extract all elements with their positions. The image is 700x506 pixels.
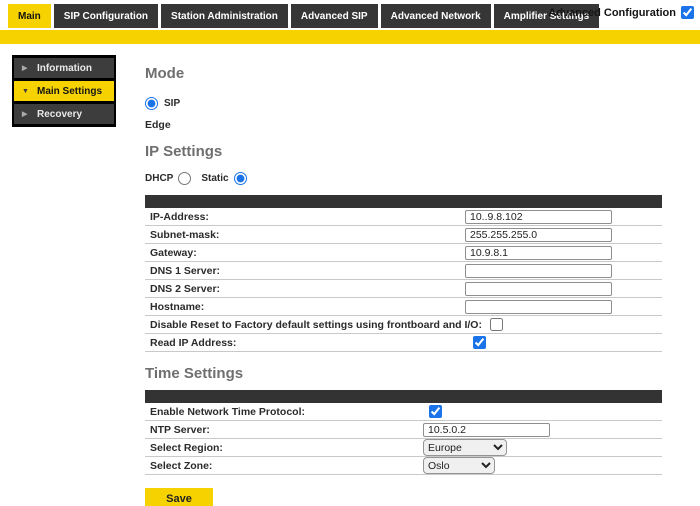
table-row: DNS 2 Server: <box>145 280 662 298</box>
table-row: Read IP Address: <box>145 334 662 352</box>
gateway-input[interactable] <box>465 246 612 260</box>
tab-advanced-network[interactable]: Advanced Network <box>381 4 491 28</box>
enable-ntp-control <box>423 405 442 418</box>
ip-settings-table: IP-Address: Subnet-mask: Gateway: DNS 1 Ser… <box>145 208 662 352</box>
ip-address-label: IP-Address: <box>145 211 465 223</box>
hostname-input[interactable] <box>465 300 612 314</box>
advanced-configuration-label: Advanced Configuration <box>548 7 676 19</box>
tab-main[interactable]: Main <box>8 4 51 28</box>
sip-mode-label: SIP <box>164 98 180 109</box>
subnet-mask-label: Subnet-mask: <box>145 229 465 241</box>
sidebar-item-label: Main Settings <box>37 86 102 97</box>
top-tab-bar: MainSIP ConfigurationStation Administrat… <box>0 0 700 28</box>
select-region-select[interactable]: Europe <box>423 439 507 456</box>
sidebar: ▶ Information ▼ Main Settings ▶ Recovery <box>12 55 116 127</box>
table-row: Enable Network Time Protocol: <box>145 403 662 421</box>
disable-factory-reset-checkbox[interactable] <box>490 318 503 331</box>
sidebar-item-label: Information <box>37 63 92 74</box>
select-zone-label: Select Zone: <box>145 460 423 472</box>
mode-heading: Mode <box>145 66 662 82</box>
dns1-server-control <box>465 264 612 278</box>
time-settings-heading: Time Settings <box>145 366 662 382</box>
dns2-server-label: DNS 2 Server: <box>145 283 465 295</box>
select-zone-control: Oslo <box>423 457 495 474</box>
sidebar-item-label: Recovery <box>37 109 82 120</box>
tab-advanced-sip[interactable]: Advanced SIP <box>291 4 378 28</box>
subnet-mask-control <box>465 228 612 242</box>
sidebar-item-main-settings[interactable]: ▼ Main Settings <box>14 81 114 101</box>
table-row: Subnet-mask: <box>145 226 662 244</box>
table-row: Select Zone:Oslo <box>145 457 662 475</box>
dns1-server-input[interactable] <box>465 264 612 278</box>
table-row: Gateway: <box>145 244 662 262</box>
table-row: NTP Server: <box>145 421 662 439</box>
mode-subtext: Edge <box>145 119 662 131</box>
accent-strip <box>0 30 700 44</box>
ip-settings-heading: IP Settings <box>145 144 662 160</box>
advanced-configuration-checkbox[interactable] <box>681 6 694 19</box>
disable-factory-reset-label: Disable Reset to Factory default setting… <box>145 319 482 331</box>
ntp-server-control <box>423 423 550 437</box>
disable-factory-reset-control <box>482 318 503 331</box>
table-row: Select Region:Europe <box>145 439 662 457</box>
select-region-control: Europe <box>423 439 507 456</box>
ntp-server-label: NTP Server: <box>145 424 423 436</box>
time-settings-table: Enable Network Time Protocol: NTP Server:… <box>145 403 662 475</box>
ip-table-header-bar <box>145 195 662 208</box>
chevron-down-icon: ▼ <box>22 88 29 95</box>
dns2-server-control <box>465 282 612 296</box>
chevron-right-icon: ▶ <box>22 64 29 72</box>
table-row: Hostname: <box>145 298 662 316</box>
dhcp-label: DHCP <box>145 173 173 184</box>
dhcp-radio[interactable] <box>178 172 191 185</box>
gateway-control <box>465 246 612 260</box>
static-radio[interactable] <box>234 172 247 185</box>
time-table-header-bar <box>145 390 662 403</box>
ip-address-input[interactable] <box>465 210 612 224</box>
hostname-control <box>465 300 612 314</box>
enable-ntp-checkbox[interactable] <box>429 405 442 418</box>
tab-station-administration[interactable]: Station Administration <box>161 4 288 28</box>
chevron-right-icon: ▶ <box>22 110 29 118</box>
main-content: Mode SIP Edge IP Settings DHCP Static IP… <box>145 44 662 506</box>
dns2-server-input[interactable] <box>465 282 612 296</box>
select-zone-select[interactable]: Oslo <box>423 457 495 474</box>
table-row: IP-Address: <box>145 208 662 226</box>
gateway-label: Gateway: <box>145 247 465 259</box>
dns1-server-label: DNS 1 Server: <box>145 265 465 277</box>
sidebar-item-recovery[interactable]: ▶ Recovery <box>14 104 114 124</box>
sidebar-item-information[interactable]: ▶ Information <box>14 58 114 78</box>
static-label: Static <box>201 173 228 184</box>
dhcp-static-row: DHCP Static <box>145 171 662 185</box>
table-row: Disable Reset to Factory default setting… <box>145 316 662 334</box>
read-ip-address-checkbox[interactable] <box>473 336 486 349</box>
read-ip-address-label: Read IP Address: <box>145 337 465 349</box>
sip-mode-radio[interactable] <box>145 97 158 110</box>
save-button[interactable]: Save <box>145 488 213 506</box>
enable-ntp-label: Enable Network Time Protocol: <box>145 406 423 418</box>
read-ip-address-control <box>465 336 486 349</box>
select-region-label: Select Region: <box>145 442 423 454</box>
mode-radio-row: SIP <box>145 96 662 110</box>
tab-sip-configuration[interactable]: SIP Configuration <box>54 4 158 28</box>
hostname-label: Hostname: <box>145 301 465 313</box>
subnet-mask-input[interactable] <box>465 228 612 242</box>
ip-address-control <box>465 210 612 224</box>
advanced-configuration-toggle: Advanced Configuration <box>548 6 694 19</box>
table-row: DNS 1 Server: <box>145 262 662 280</box>
ntp-server-input[interactable] <box>423 423 550 437</box>
